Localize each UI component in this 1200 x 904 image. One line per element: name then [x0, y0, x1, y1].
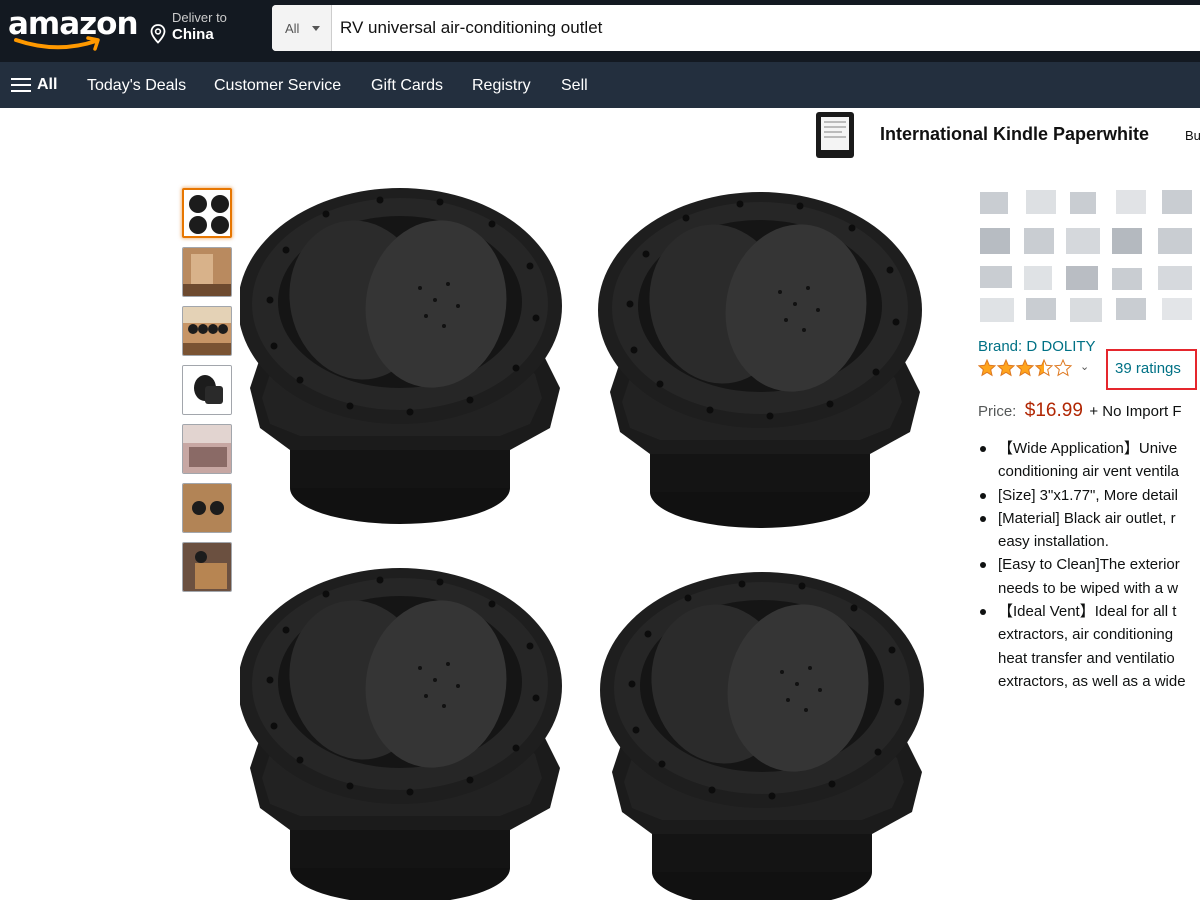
thumbnail-5[interactable]	[182, 424, 232, 474]
thumbnail-vents-image	[184, 190, 230, 236]
thumbnail-6[interactable]	[182, 483, 232, 533]
bullet-line: extractors, as well as a wide	[998, 672, 1186, 690]
deliver-to[interactable]: Deliver to China	[150, 10, 260, 48]
price-label: Price:	[978, 403, 1017, 420]
thumbnail-3[interactable]	[182, 306, 232, 356]
search-category-label: All	[285, 21, 300, 36]
hamburger-menu-icon	[11, 78, 31, 92]
search-input[interactable]	[340, 5, 1200, 51]
bullet-line: [Easy to Clean]The exterior	[998, 556, 1180, 574]
feature-bullet: [Size] 3"x1.77", More detail	[978, 484, 1200, 507]
deliver-label: Deliver to	[172, 10, 227, 25]
sub-nav-bar: All Today's Deals Customer Service Gift …	[0, 62, 1200, 108]
kindle-device-icon[interactable]	[812, 110, 860, 158]
ratings-count-link[interactable]: 39 ratings	[1115, 360, 1181, 377]
bullet-line: easy installation.	[998, 533, 1109, 551]
blurred-product-title	[966, 178, 1200, 330]
price-import-note: + No Import F	[1089, 403, 1182, 420]
star-rating[interactable]	[978, 359, 1074, 377]
brand-link[interactable]: Brand: D DOLITY	[978, 338, 1096, 355]
thumbnail-install-image	[183, 307, 231, 355]
bullet-line: [Size] 3"x1.77", More detail	[998, 486, 1178, 504]
bullet-line: 【Ideal Vent】Ideal for all t	[998, 603, 1177, 621]
all-menu-label: All	[37, 76, 58, 93]
amazon-logo[interactable]: amazon	[8, 6, 139, 54]
search-category-dropdown[interactable]: All	[272, 5, 332, 51]
thumbnail-panel-image	[183, 484, 231, 532]
bullet-line: conditioning air vent ventila	[998, 463, 1179, 481]
price-value: $16.99	[1024, 400, 1083, 421]
nav-todays-deals[interactable]: Today's Deals	[87, 77, 186, 95]
thumbnail-7[interactable]	[182, 542, 232, 592]
chevron-down-icon[interactable]: ⌄	[1080, 360, 1089, 373]
thumbnail-4[interactable]	[182, 365, 232, 415]
top-nav-bar: amazon Deliver to China All	[0, 0, 1200, 62]
bullet-line: extractors, air conditioning	[998, 626, 1174, 644]
bullet-line: heat transfer and ventilatio	[998, 649, 1175, 667]
thumbnail-interior-image	[183, 248, 231, 296]
nav-customer-service[interactable]: Customer Service	[214, 77, 341, 95]
feature-bullet: [Material] Black air outlet, r easy inst…	[978, 507, 1200, 554]
smile-arrow-icon	[14, 36, 100, 51]
thumbnail-1[interactable]	[182, 188, 232, 238]
bullet-line: needs to be wiped with a w	[998, 579, 1179, 597]
nav-registry[interactable]: Registry	[472, 77, 531, 95]
price-row: Price: $16.99 + No Import F	[978, 400, 1181, 422]
thumbnail-rv-image	[183, 425, 231, 473]
thumbnail-cabinet-image	[183, 543, 231, 591]
bullet-line: [Material] Black air outlet, r	[998, 509, 1176, 527]
chevron-down-icon	[312, 26, 320, 31]
thumbnail-2[interactable]	[182, 247, 232, 297]
main-product-image[interactable]	[240, 180, 950, 900]
feature-bullets: 【Wide Application】Unive conditioning air…	[978, 437, 1200, 693]
location-pin-icon	[150, 24, 166, 44]
deliver-location: China	[172, 26, 214, 43]
feature-bullet: 【Ideal Vent】Ideal for all t extractors, …	[978, 600, 1200, 693]
nav-sell[interactable]: Sell	[561, 77, 588, 95]
search-bar: All	[272, 5, 1200, 51]
feature-bullet: [Easy to Clean]The exterior needs to be …	[978, 553, 1200, 600]
thumbnail-side-view-image	[183, 366, 231, 414]
nav-gift-cards[interactable]: Gift Cards	[371, 77, 443, 95]
feature-bullet: 【Wide Application】Unive conditioning air…	[978, 437, 1200, 484]
banner-title[interactable]: International Kindle Paperwhite	[880, 124, 1149, 145]
bullet-line: 【Wide Application】Unive	[998, 440, 1178, 457]
banner-more-text[interactable]: Bu	[1185, 128, 1200, 143]
